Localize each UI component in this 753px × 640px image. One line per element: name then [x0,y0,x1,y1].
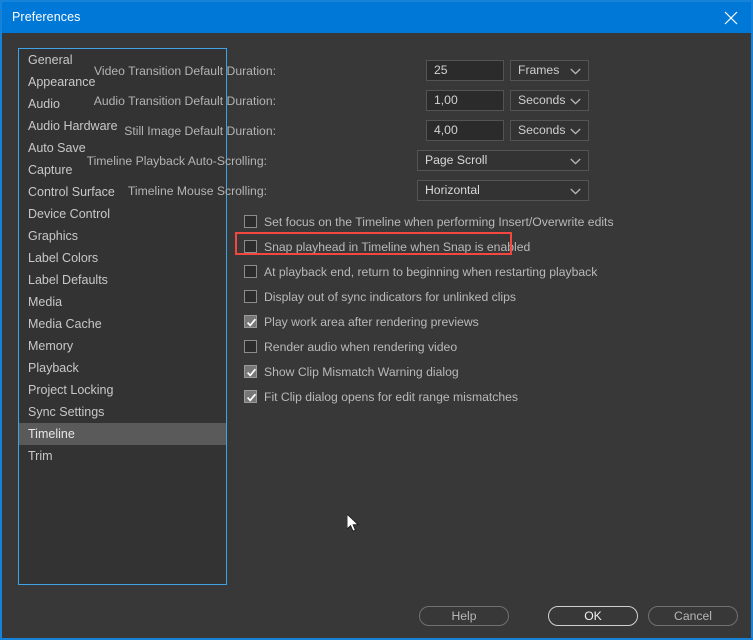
checkbox-checked-icon[interactable] [244,315,257,328]
sidebar-item-playback[interactable]: Playback [19,357,226,379]
settings-panel: Video Transition Default Duration:25Fram… [238,48,738,585]
sidebar-item-label-defaults[interactable]: Label Defaults [19,269,226,291]
select-field-row: Timeline Playback Auto-Scrolling:Page Sc… [238,150,590,172]
duration-unit-value: Seconds [518,123,565,137]
scrolling-select-value: Horizontal [425,183,480,197]
sidebar-item-project-locking[interactable]: Project Locking [19,379,226,401]
checkbox-label: Render audio when rendering video [264,337,457,358]
sidebar-item-media[interactable]: Media [19,291,226,313]
sidebar-item-trim[interactable]: Trim [19,445,226,467]
help-button[interactable]: Help [419,606,509,626]
checkbox-label: Set focus on the Timeline when performin… [264,212,614,233]
checkbox-checked-icon[interactable] [244,365,257,378]
checkbox-unchecked-icon[interactable] [244,340,257,353]
duration-unit-value: Seconds [518,93,565,107]
field-label: Still Image Default Duration: [124,120,276,142]
sidebar-item-timeline[interactable]: Timeline [19,423,226,445]
duration-field-row: Audio Transition Default Duration:1,00Se… [238,90,590,112]
field-label: Audio Transition Default Duration: [94,90,276,112]
duration-value-input[interactable]: 1,00 [426,90,504,111]
select-field-row: Timeline Mouse Scrolling:Horizontal [238,180,590,202]
window-title: Preferences [12,10,81,24]
checkbox-unchecked-icon[interactable] [244,215,257,228]
checkbox-label: Fit Clip dialog opens for edit range mis… [264,387,518,408]
sidebar-item-memory[interactable]: Memory [19,335,226,357]
checkbox-checked-icon[interactable] [244,390,257,403]
ok-button[interactable]: OK [548,606,638,626]
field-label: Timeline Playback Auto-Scrolling: [87,150,267,172]
checkbox-unchecked-icon[interactable] [244,265,257,278]
duration-value-input[interactable]: 4,00 [426,120,504,141]
cancel-button[interactable]: Cancel [648,606,738,626]
sidebar-item-device-control[interactable]: Device Control [19,203,226,225]
field-label: Video Transition Default Duration: [94,60,276,82]
sidebar-item-label-colors[interactable]: Label Colors [19,247,226,269]
checkbox-unchecked-icon[interactable] [244,240,257,253]
checkbox-unchecked-icon[interactable] [244,290,257,303]
preferences-dialog: Preferences GeneralAppearanceAudioAudio … [0,0,753,640]
checkbox-label: Play work area after rendering previews [264,312,479,333]
duration-field-row: Still Image Default Duration:4,00Seconds [238,120,590,142]
checkbox-label: Snap playhead in Timeline when Snap is e… [264,237,530,258]
duration-unit-select[interactable]: Seconds [510,120,589,141]
scrolling-select[interactable]: Page Scroll [417,150,589,171]
scrolling-select[interactable]: Horizontal [417,180,589,201]
title-bar: Preferences [2,2,753,33]
duration-unit-select[interactable]: Seconds [510,90,589,111]
checkbox-label: Show Clip Mismatch Warning dialog [264,362,459,383]
sidebar-item-media-cache[interactable]: Media Cache [19,313,226,335]
close-button[interactable] [709,2,753,33]
sidebar-item-graphics[interactable]: Graphics [19,225,226,247]
scrolling-select-value: Page Scroll [425,153,487,167]
checkbox-label: Display out of sync indicators for unlin… [264,287,516,308]
duration-value-input[interactable]: 25 [426,60,504,81]
checkbox-label: At playback end, return to beginning whe… [264,262,597,283]
duration-field-row: Video Transition Default Duration:25Fram… [238,60,590,82]
field-label: Timeline Mouse Scrolling: [128,180,267,202]
duration-unit-select[interactable]: Frames [510,60,589,81]
sidebar-item-sync-settings[interactable]: Sync Settings [19,401,226,423]
duration-unit-value: Frames [518,63,559,77]
